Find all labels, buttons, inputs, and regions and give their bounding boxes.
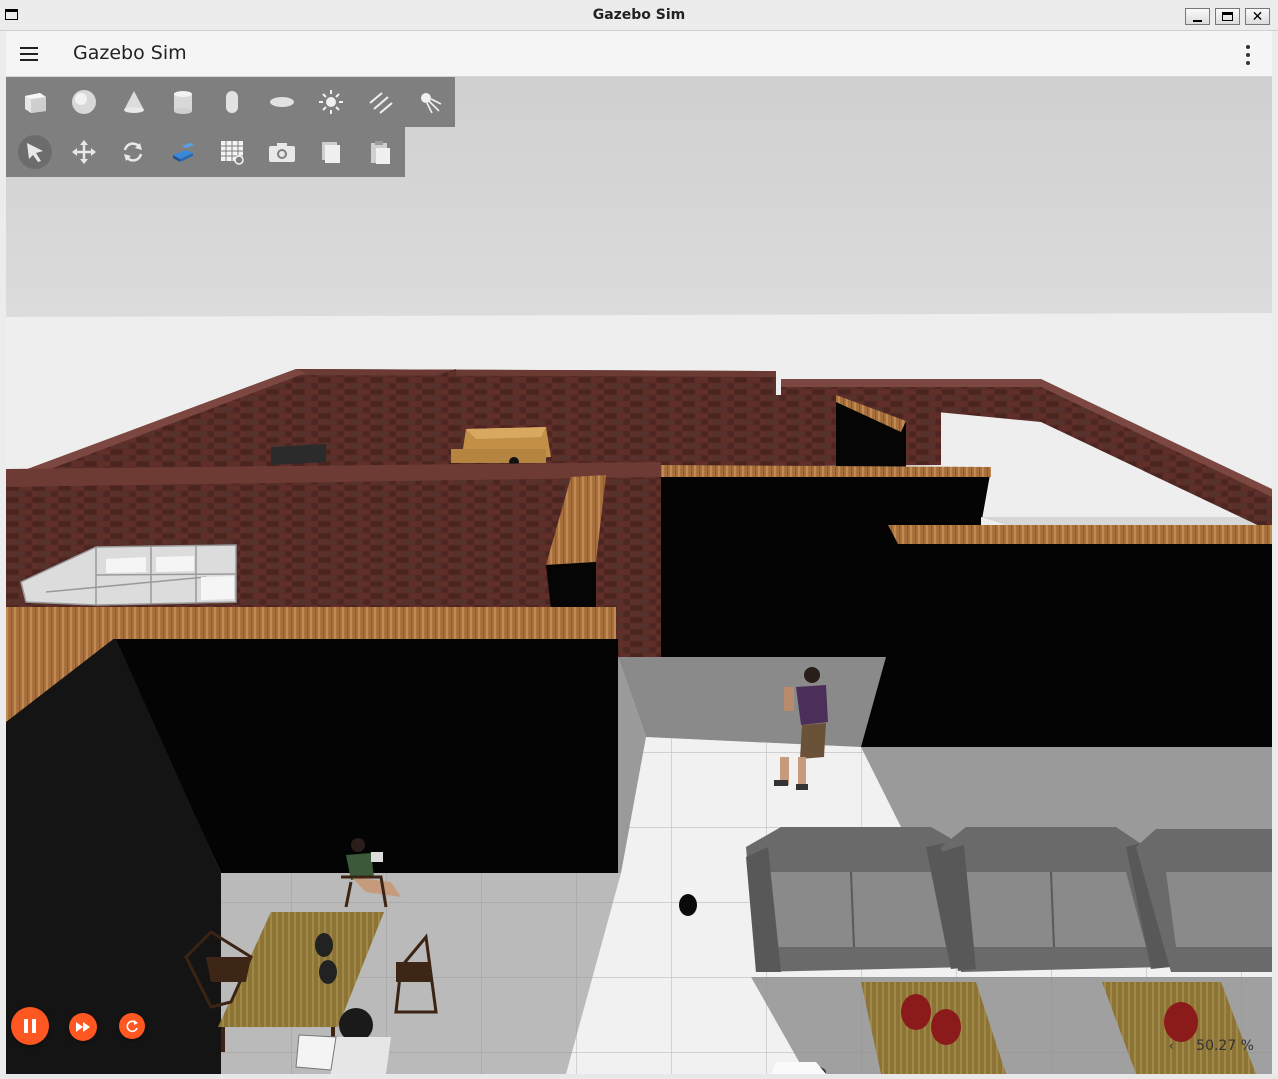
maximize-icon [1222,12,1233,21]
reset-icon [126,1020,138,1033]
sphere-shape-button[interactable] [59,77,108,127]
copy-icon [321,142,340,163]
pointer-icon [26,143,43,162]
screenshot-button[interactable] [257,127,306,177]
tools-toolbar [6,127,405,177]
hamburger-menu-icon[interactable] [20,47,38,61]
close-icon: ✕ [1251,8,1264,25]
grid-icon [221,141,244,165]
cone-shape-button[interactable] [109,77,158,127]
minimize-button[interactable] [1185,8,1210,25]
cone-icon [123,91,144,113]
cylinder-shape-button[interactable] [158,77,207,127]
window-right-border [1272,31,1278,1074]
box-shape-button[interactable] [10,77,59,127]
window-title: Gazebo Sim [592,7,686,23]
sphere-icon [72,90,97,114]
paste-icon [371,141,391,164]
cylinder-icon [174,91,193,114]
window-bottom-border [0,1074,1278,1079]
camera-icon [268,143,295,162]
app-bar: Gazebo Sim [6,31,1272,77]
pause-button[interactable] [11,1007,49,1045]
transform-control-icon [172,143,194,162]
translate-tool-button[interactable] [59,127,108,177]
ellipsoid-icon [269,97,294,107]
directional-light-icon [369,92,393,114]
light-icon [319,90,344,114]
maximize-button[interactable] [1215,8,1240,25]
move-arrows-icon [72,140,97,164]
more-options-icon[interactable] [1246,45,1250,69]
point-light-button[interactable] [307,77,356,127]
app-title: Gazebo Sim [73,42,187,64]
ellipsoid-shape-button[interactable] [257,77,306,127]
shapes-toolbar [6,77,455,127]
copy-button[interactable] [306,127,355,177]
close-button[interactable]: ✕ [1245,8,1270,25]
minimize-icon [1193,19,1202,22]
capsule-shape-button[interactable] [208,77,257,127]
stats-expand-icon[interactable]: ‹ [1169,1039,1174,1054]
fast-forward-icon [76,1022,90,1032]
spot-light-button[interactable] [406,77,455,127]
rotate-tool-button[interactable] [109,127,158,177]
scene-render [6,77,1272,1074]
capsule-icon [226,91,239,113]
real-time-factor: 50.27 % [1196,1038,1254,1054]
pause-icon [24,1019,36,1033]
box-icon [24,93,46,113]
reset-button[interactable] [119,1013,145,1039]
window-titlebar: Gazebo Sim ✕ [0,0,1278,31]
step-button[interactable] [69,1013,97,1041]
sofa-models [746,827,1272,972]
paste-button[interactable] [356,127,405,177]
select-tool-button[interactable] [10,127,59,177]
transform-control-button[interactable] [158,127,207,177]
spot-light-icon [421,93,442,114]
grid-config-button[interactable] [208,127,257,177]
rotate-icon [124,142,143,162]
directional-light-button[interactable] [356,77,405,127]
scene-3d-viewport[interactable]: ‹ 50.27 % [6,77,1272,1074]
